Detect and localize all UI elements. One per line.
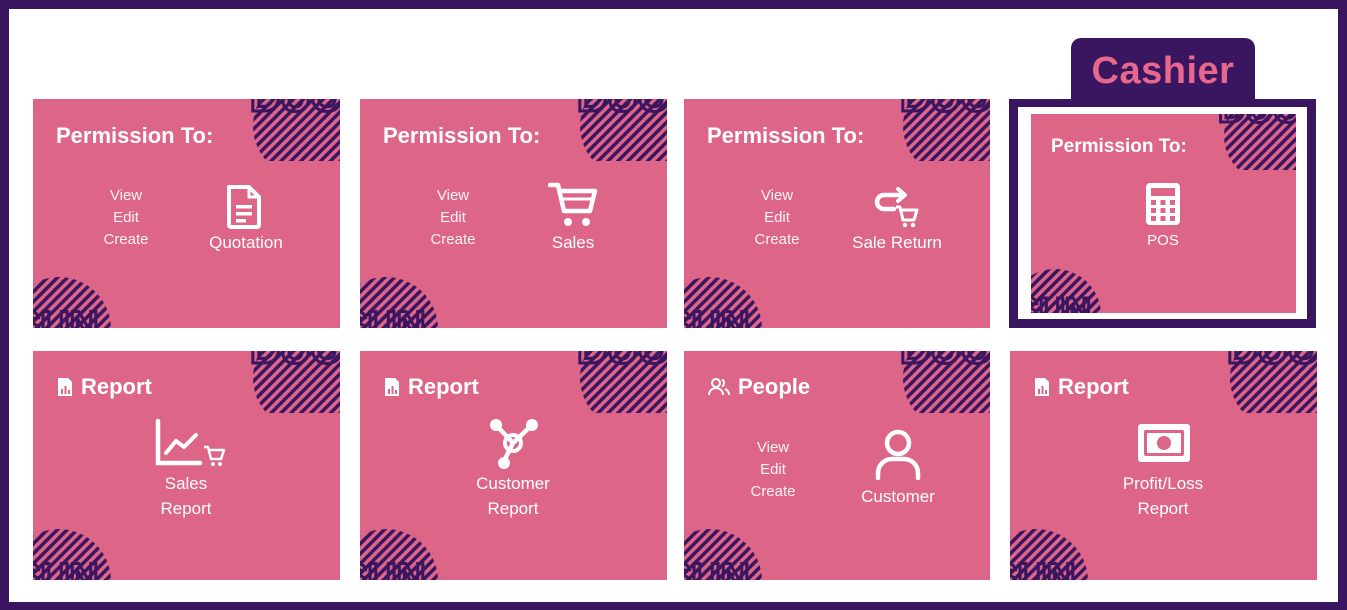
svg-text:DUO: DUO <box>1227 351 1317 372</box>
stripe-circle-decoration: SUN <box>33 529 111 580</box>
cart-icon <box>548 182 598 226</box>
svg-text:DUO: DUO <box>250 99 340 120</box>
svg-text:SUN: SUN <box>360 304 425 328</box>
perm-create: Create <box>103 231 149 248</box>
svg-text:DUO: DUO <box>900 99 990 120</box>
feature-label: Quotation <box>209 233 283 252</box>
feature-label-line: Report <box>487 499 539 518</box>
svg-text:SUN: SUN <box>684 556 749 580</box>
svg-text:SUN: SUN <box>33 304 98 328</box>
stripe-circle-decoration: DUO <box>249 351 340 413</box>
card-sale-return[interactable]: DUO SUN Permission To: View Edit Create … <box>684 99 990 328</box>
svg-text:SUN: SUN <box>360 556 425 580</box>
perm-edit: Edit <box>764 209 790 226</box>
card-header: People <box>708 374 810 400</box>
svg-text:SUN: SUN <box>684 304 749 328</box>
card-header: Report <box>57 374 152 400</box>
calculator-icon <box>1146 183 1180 225</box>
perm-create: Create <box>754 231 800 248</box>
feature-label-line: Profit/Loss <box>1122 474 1204 493</box>
card-customer-report[interactable]: DUO SUN Report Customer Report <box>360 351 667 580</box>
user-icon <box>875 429 921 481</box>
money-icon <box>1138 424 1190 462</box>
perm-create: Create <box>750 483 796 500</box>
stripe-circle-decoration: DUO <box>576 351 667 413</box>
feature-label: Sale Return <box>852 233 942 252</box>
top-tab-strip <box>527 0 853 4</box>
document-icon <box>227 185 261 229</box>
stripe-circle-decoration: SUN <box>684 529 762 580</box>
stripe-circle-decoration: SUN <box>360 277 438 328</box>
perm-view: View <box>760 187 794 204</box>
perm-edit: Edit <box>440 209 466 226</box>
report-icon <box>385 378 399 396</box>
card-header: Report <box>1034 374 1129 400</box>
stripe-circle-decoration: SUN <box>1010 529 1088 580</box>
stripe-circle-decoration: DUO <box>576 99 667 161</box>
card-header-label: Report <box>408 374 479 399</box>
network-icon <box>490 419 538 469</box>
perm-view: View <box>109 187 143 204</box>
card-title: Permission To: <box>383 123 541 148</box>
svg-text:DUO: DUO <box>250 351 340 372</box>
feature-label: Sales <box>551 233 595 252</box>
card-profit-loss-report[interactable]: DUO SUN Report Profit/Loss Report <box>1010 351 1317 580</box>
feature-label: POS <box>1147 232 1179 249</box>
card-title: Permission To: <box>56 123 214 148</box>
feature-label-block: Sales Report <box>136 471 236 521</box>
permission-list: View Edit Create <box>418 185 488 251</box>
stripe-circle-decoration: SUN <box>684 277 762 328</box>
svg-text:DUO: DUO <box>577 351 667 372</box>
svg-text:DUO: DUO <box>1218 114 1296 131</box>
report-icon <box>58 378 72 396</box>
cashier-role-label: Cashier <box>1091 49 1235 92</box>
card-quotation[interactable]: DUO SUN Permission To: View Edit Create … <box>33 99 340 328</box>
stripe-circle-decoration: DUO <box>249 99 340 161</box>
report-icon <box>1035 378 1049 396</box>
permission-list: View Edit Create <box>738 437 808 503</box>
svg-text:DUO: DUO <box>577 99 667 120</box>
chart-cart-icon <box>155 419 226 466</box>
stripe-circle-decoration: SUN <box>1031 269 1101 313</box>
svg-text:SUN: SUN <box>1010 556 1075 580</box>
card-sales-report[interactable]: DUO SUN Report Sales Report <box>33 351 340 580</box>
card-header-label: Report <box>81 374 152 399</box>
card-pos[interactable]: DUO SUN Permission To: POS <box>1031 114 1296 313</box>
card-header: Report <box>384 374 479 400</box>
svg-text:SUN: SUN <box>33 556 98 580</box>
feature-label-block: Profit/Loss Report <box>1103 471 1223 521</box>
return-cart-icon <box>874 187 919 228</box>
svg-text:DUO: DUO <box>900 351 990 372</box>
perm-view: View <box>436 187 470 204</box>
card-title: Permission To: <box>707 123 865 148</box>
stripe-circle-decoration: DUO <box>1226 351 1317 413</box>
perm-view: View <box>756 439 790 456</box>
feature-label-line: Sales <box>164 474 208 493</box>
stripe-circle-decoration: SUN <box>33 277 111 328</box>
stripe-circle-decoration: DUO <box>1217 114 1296 170</box>
card-header-label: Report <box>1058 374 1129 399</box>
feature-label-line: Customer <box>476 474 550 493</box>
card-header-label: People <box>738 374 811 399</box>
perm-create: Create <box>430 231 476 248</box>
feature-label: Customer <box>861 487 935 506</box>
feature-label-block: Customer Report <box>458 471 568 521</box>
cashier-role-tab[interactable]: Cashier <box>1071 38 1255 104</box>
card-title: Permission To: <box>1051 136 1187 157</box>
stripe-circle-decoration: SUN <box>360 529 438 580</box>
feature-label-line: Report <box>160 499 212 518</box>
card-customer[interactable]: DUO SUN People View Edit Create Customer <box>684 351 990 580</box>
people-icon <box>708 378 730 396</box>
feature-label-line: Report <box>1137 499 1189 518</box>
svg-text:SUN: SUN <box>1031 290 1091 313</box>
perm-edit: Edit <box>113 209 139 226</box>
permission-list: View Edit Create <box>91 185 161 251</box>
card-sales[interactable]: DUO SUN Permission To: View Edit Create … <box>360 99 667 328</box>
permission-list: View Edit Create <box>742 185 812 251</box>
stripe-circle-decoration: DUO <box>899 351 990 413</box>
stripe-circle-decoration: DUO <box>899 99 990 161</box>
perm-edit: Edit <box>760 461 786 478</box>
